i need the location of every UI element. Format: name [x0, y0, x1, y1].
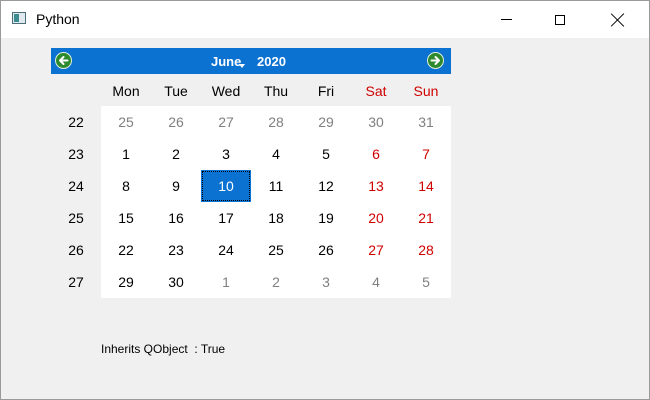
day-cell[interactable]: 31: [401, 106, 451, 138]
week-number: 25: [68, 210, 84, 226]
chevron-down-icon: [239, 64, 245, 68]
minimize-button[interactable]: [483, 1, 529, 38]
day-cell[interactable]: 11: [251, 170, 301, 202]
day-cell[interactable]: 4: [251, 138, 301, 170]
day-cell[interactable]: 29: [301, 106, 351, 138]
minimize-icon: [500, 19, 512, 20]
day-cell[interactable]: 22: [101, 234, 151, 266]
day-cell[interactable]: 5: [301, 138, 351, 170]
week-number: 23: [68, 146, 84, 162]
week-number: 24: [68, 178, 84, 194]
selected-day-cell[interactable]: 10: [201, 170, 251, 202]
day-cell[interactable]: 28: [251, 106, 301, 138]
day-cell[interactable]: 27: [351, 234, 401, 266]
day-cell[interactable]: 16: [151, 202, 201, 234]
title-bar[interactable]: Python: [1, 1, 649, 38]
day-of-week-sun: Sun: [413, 83, 439, 99]
day-cell[interactable]: 23: [151, 234, 201, 266]
day-of-week-sat: Sat: [365, 83, 387, 99]
day-cell[interactable]: 3: [201, 138, 251, 170]
day-cell[interactable]: 25: [251, 234, 301, 266]
maximize-button[interactable]: [537, 1, 583, 38]
day-cell[interactable]: 26: [151, 106, 201, 138]
day-cell[interactable]: 24: [201, 234, 251, 266]
day-of-week-tue: Tue: [164, 83, 188, 99]
day-cell[interactable]: 14: [401, 170, 451, 202]
day-of-week-mon: Mon: [112, 83, 140, 99]
day-cell[interactable]: 27: [201, 106, 251, 138]
day-of-week-fri: Fri: [317, 83, 335, 99]
day-cell[interactable]: 17: [201, 202, 251, 234]
day-cell[interactable]: 25: [101, 106, 151, 138]
calendar-navigation-bar: June 2020: [51, 48, 451, 74]
day-cell[interactable]: 8: [101, 170, 151, 202]
day-cell[interactable]: 1: [201, 266, 251, 298]
week-number: 26: [68, 242, 84, 258]
arrow-left-icon: [59, 56, 69, 65]
day-cell[interactable]: 13: [351, 170, 401, 202]
week-number: 27: [68, 274, 84, 290]
close-button[interactable]: [595, 1, 641, 38]
day-cell[interactable]: 29: [101, 266, 151, 298]
inherits-qobject-label: Inherits QObject : True: [101, 342, 226, 356]
day-cell[interactable]: 3: [301, 266, 351, 298]
day-cell[interactable]: 19: [301, 202, 351, 234]
day-cell[interactable]: 2: [151, 138, 201, 170]
day-cell[interactable]: 28: [401, 234, 451, 266]
day-cell[interactable]: 26: [301, 234, 351, 266]
day-of-week-thu: Thu: [263, 83, 289, 99]
day-cell[interactable]: 18: [251, 202, 301, 234]
week-number: 22: [68, 114, 84, 130]
day-cell[interactable]: 30: [351, 106, 401, 138]
maximize-icon: [555, 14, 565, 25]
day-cell[interactable]: 21: [401, 202, 451, 234]
day-cell[interactable]: 2: [251, 266, 301, 298]
day-cell[interactable]: 9: [151, 170, 201, 202]
day-of-week-wed: Wed: [211, 83, 241, 99]
day-cell[interactable]: 7: [401, 138, 451, 170]
day-cell[interactable]: 4: [351, 266, 401, 298]
arrow-right-icon: [430, 56, 440, 65]
month-selector[interactable]: June: [211, 54, 241, 69]
next-month-button[interactable]: [427, 52, 444, 69]
day-cell[interactable]: 5: [401, 266, 451, 298]
app-window-icon: [12, 12, 26, 24]
window-title: Python: [36, 11, 80, 27]
calendar-widget[interactable]: June 2020 Mon Tue Wed Thu Fri Sat Sun 22 25 26 27…: [51, 48, 451, 298]
day-cell[interactable]: 20: [351, 202, 401, 234]
year-selector[interactable]: 2020: [257, 54, 286, 69]
day-cell[interactable]: 12: [301, 170, 351, 202]
day-cell[interactable]: 1: [101, 138, 151, 170]
day-cell[interactable]: 30: [151, 266, 201, 298]
day-cell[interactable]: 6: [351, 138, 401, 170]
previous-month-button[interactable]: [55, 52, 72, 69]
close-icon: [611, 13, 625, 27]
day-cell[interactable]: 15: [101, 202, 151, 234]
